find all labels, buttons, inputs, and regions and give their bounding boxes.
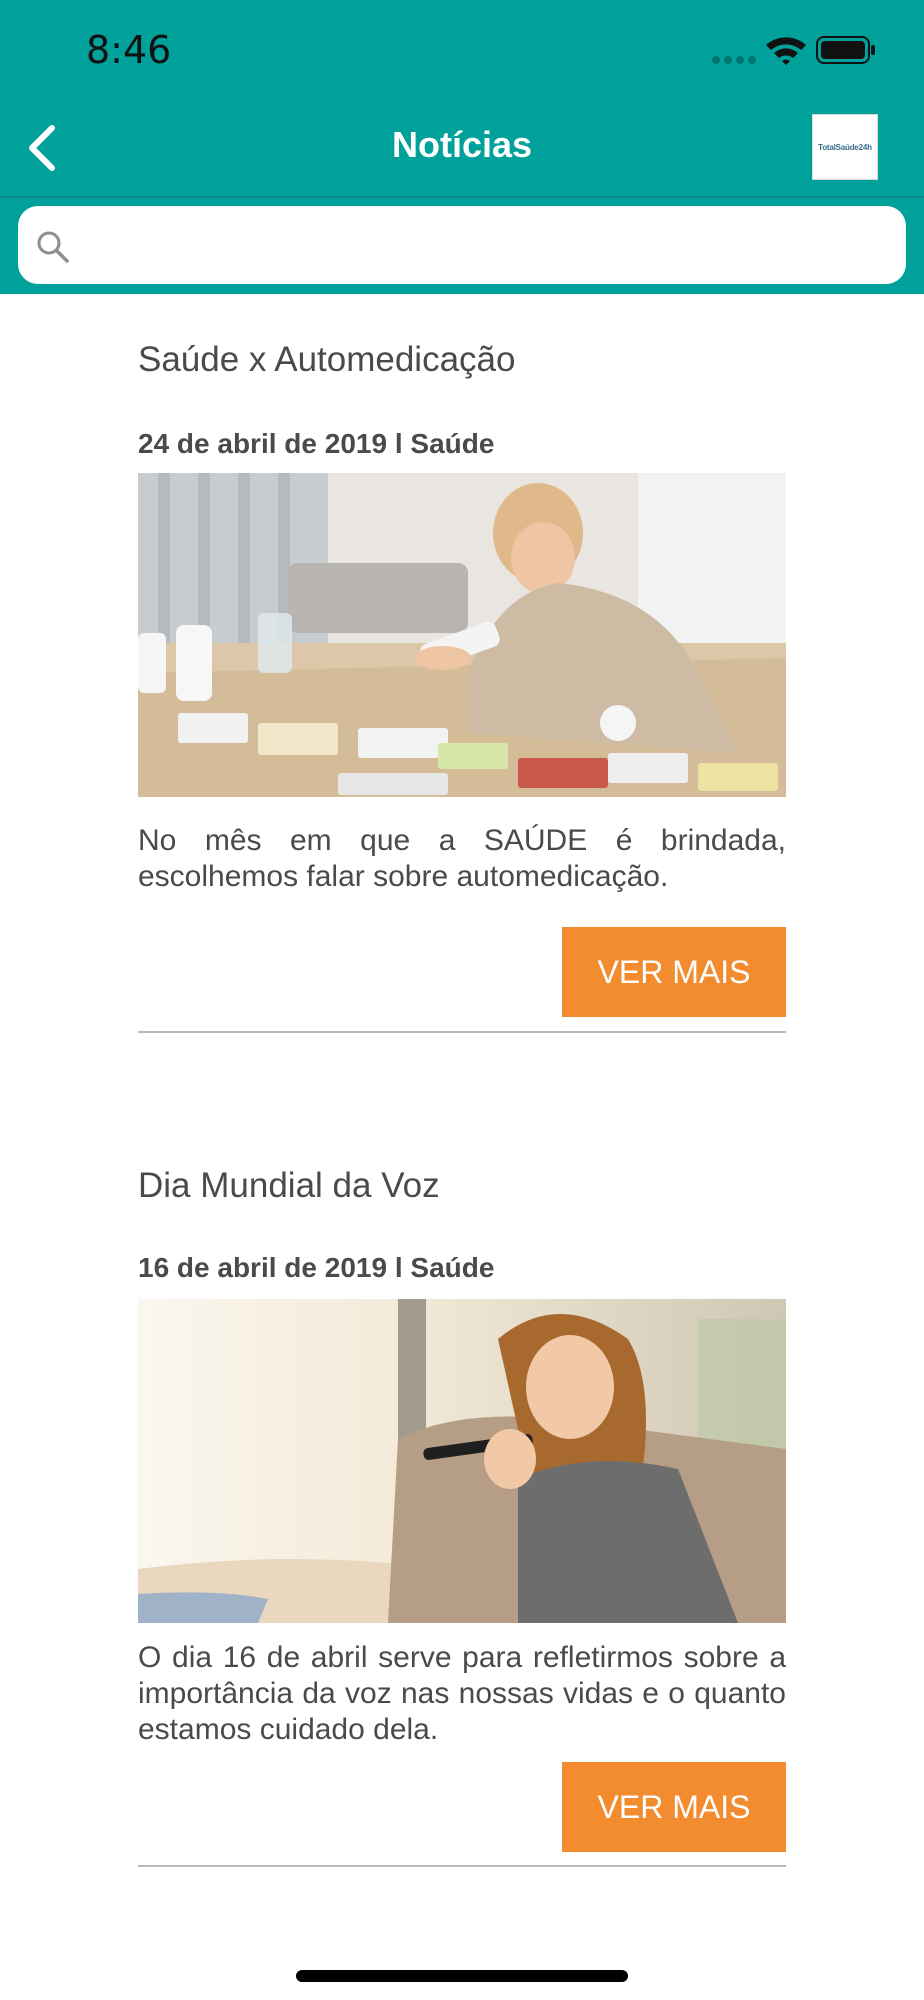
article-date: 24 de abril de 2019 <box>138 428 388 459</box>
status-bar: 8:46 <box>0 0 924 96</box>
navigation-bar: Notícias TotalSaúde24h <box>0 96 924 198</box>
article-divider <box>138 1865 786 1867</box>
search-icon <box>37 231 69 263</box>
search-area <box>0 198 924 294</box>
ver-mais-button[interactable]: VER MAIS <box>562 1762 786 1852</box>
news-article: Saúde x Automedicação 24 de abril de 201… <box>138 336 786 1036</box>
article-summary: No mês em que a SAÚDE é brindada, escolh… <box>138 824 786 893</box>
article-category: Saúde <box>410 1252 495 1283</box>
article-title: Dia Mundial da Voz <box>138 1166 440 1205</box>
meta-separator: l <box>394 428 403 459</box>
logo-text: TotalSaúde24h <box>818 142 872 152</box>
home-indicator[interactable] <box>296 1970 628 1982</box>
article-meta: 16 de abril de 2019 l Saúde <box>138 1250 494 1286</box>
article-summary: O dia 16 de abril serve para refletirmos… <box>138 1641 786 1746</box>
app-logo[interactable]: TotalSaúde24h <box>812 114 878 180</box>
search-input[interactable] <box>84 218 884 272</box>
search-box[interactable] <box>18 206 906 284</box>
meta-separator: l <box>394 1252 403 1283</box>
woman-with-pills-image <box>138 473 786 797</box>
article-divider <box>138 1031 786 1033</box>
news-article: Dia Mundial da Voz 16 de abril de 2019 l… <box>138 1162 786 1872</box>
wifi-icon <box>766 37 806 65</box>
status-time: 8:46 <box>86 28 172 72</box>
woman-speaking-phone-image <box>138 1299 786 1623</box>
article-date: 16 de abril de 2019 <box>138 1252 388 1283</box>
signal-icon <box>712 56 756 64</box>
article-category: Saúde <box>410 428 495 459</box>
page-title: Notícias <box>391 124 533 165</box>
article-meta: 24 de abril de 2019 l Saúde <box>138 426 494 462</box>
ver-mais-button[interactable]: VER MAIS <box>562 927 786 1017</box>
article-title: Saúde x Automedicação <box>138 340 516 379</box>
battery-icon <box>816 36 875 64</box>
